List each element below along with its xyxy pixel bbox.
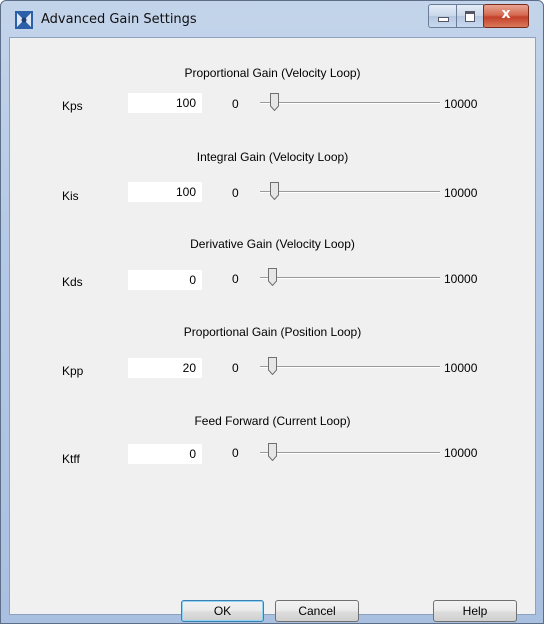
close-icon: x (501, 6, 511, 22)
section-title: Derivative Gain (Velocity Loop) (190, 237, 355, 251)
slider-thumb[interactable] (269, 93, 279, 111)
gain-label: Ktff (62, 452, 80, 466)
maximize-icon (465, 11, 475, 22)
minimize-icon (438, 17, 449, 22)
section-title: Proportional Gain (Position Loop) (183, 325, 362, 339)
cancel-button[interactable]: Cancel (275, 600, 359, 622)
ktff-slider[interactable] (260, 441, 440, 465)
gain-label: Kpp (62, 364, 84, 378)
kps-slider[interactable] (260, 91, 440, 115)
slider-track (260, 452, 440, 454)
range-max-label: 10000 (444, 97, 478, 111)
close-button[interactable]: x (483, 4, 529, 28)
range-max-label: 10000 (444, 446, 478, 460)
gain-label: Kds (62, 275, 83, 289)
kpp-slider[interactable] (260, 355, 440, 379)
kpp-input[interactable]: 20 (128, 358, 202, 378)
ktff-input[interactable]: 0 (128, 444, 202, 464)
slider-track (260, 366, 440, 368)
slider-track (260, 191, 440, 193)
range-max-label: 10000 (444, 186, 478, 200)
section-title: Integral Gain (Velocity Loop) (196, 150, 349, 164)
slider-thumb[interactable] (268, 268, 277, 286)
gain-label: Kis (62, 189, 79, 203)
dialog-window: Advanced Gain Settings x Proportional Ga… (0, 0, 544, 624)
slider-track (260, 102, 440, 104)
slider-thumb[interactable] (269, 182, 279, 200)
range-max-label: 10000 (444, 361, 478, 375)
section-title: Proportional Gain (Velocity Loop) (184, 66, 361, 80)
slider-thumb[interactable] (268, 443, 277, 461)
dialog-client-area: Proportional Gain (Velocity Loop) Kps 10… (9, 37, 536, 622)
range-max-label: 10000 (444, 272, 478, 286)
range-min-label: 0 (232, 361, 239, 375)
app-logo-icon (15, 11, 33, 29)
slider-thumb[interactable] (268, 357, 278, 375)
kis-input[interactable]: 100 (128, 182, 202, 202)
slider-track (260, 277, 440, 279)
maximize-button[interactable] (456, 4, 484, 28)
gain-label: Kps (62, 99, 83, 113)
range-min-label: 0 (232, 186, 239, 200)
range-min-label: 0 (232, 97, 239, 111)
ok-button[interactable]: OK (181, 600, 264, 622)
kps-input[interactable]: 100 (128, 93, 202, 113)
section-title: Feed Forward (Current Loop) (194, 414, 351, 428)
minimize-button[interactable] (428, 4, 457, 28)
kds-input[interactable]: 0 (128, 270, 202, 290)
window-title: Advanced Gain Settings (41, 12, 197, 27)
kis-slider[interactable] (260, 180, 440, 204)
range-min-label: 0 (232, 272, 239, 286)
title-bar[interactable]: Advanced Gain Settings x (1, 1, 543, 37)
range-min-label: 0 (232, 446, 239, 460)
help-button[interactable]: Help (433, 600, 517, 622)
kds-slider[interactable] (260, 266, 440, 290)
